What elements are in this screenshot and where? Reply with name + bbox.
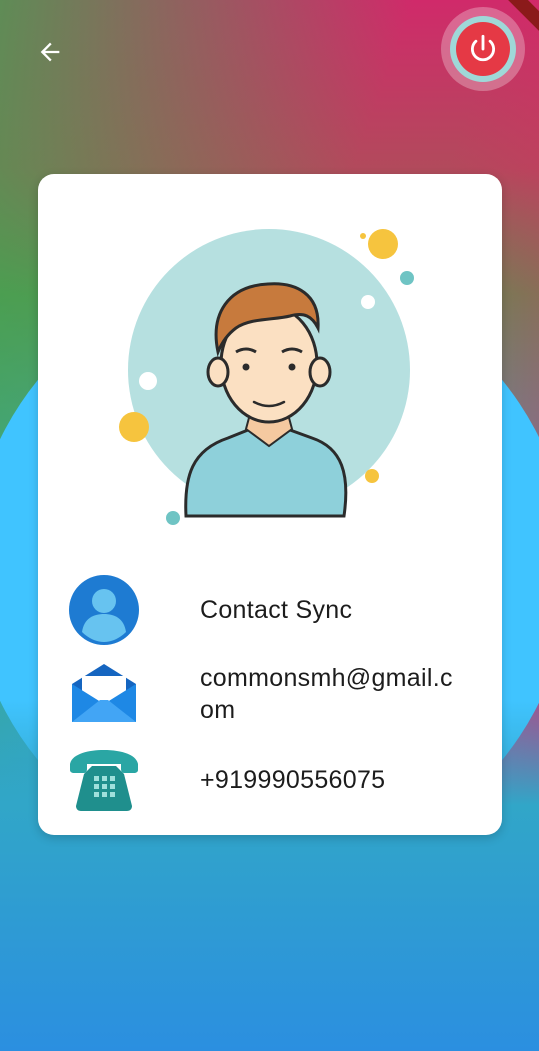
name-row: Contact Sync [68, 574, 482, 646]
power-inner [456, 22, 510, 76]
phone-row: +919990556075 [68, 744, 482, 816]
mail-envelope-icon [68, 658, 140, 730]
user-avatar-illustration [119, 229, 414, 525]
telephone-icon [68, 744, 140, 816]
power-ring [450, 16, 516, 82]
back-button[interactable] [30, 32, 70, 72]
logout-button[interactable] [441, 7, 525, 91]
arrow-left-icon [40, 42, 60, 62]
person-circle-icon [68, 574, 140, 646]
profile-card: Contact Sync commonsmh@gmail.com +919990… [38, 174, 502, 835]
contact-email: commonsmh@gmail.com [200, 664, 453, 724]
power-icon [470, 34, 496, 62]
email-row: commonsmh@gmail.com [68, 658, 482, 730]
contact-name: Contact Sync [200, 596, 353, 624]
contact-phone: +919990556075 [200, 766, 386, 794]
